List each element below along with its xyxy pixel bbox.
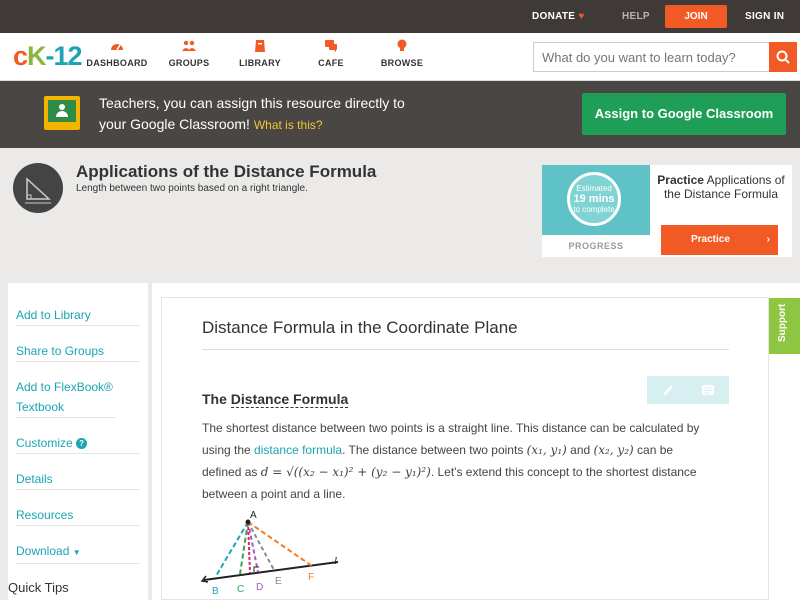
para-and: and	[566, 443, 594, 457]
library-icon	[255, 40, 265, 52]
segment-AF	[247, 521, 313, 567]
section-title: Distance Formula in the Coordinate Plane	[202, 318, 518, 337]
para-line-1: The shortest distance between two points…	[202, 421, 700, 435]
concept-title: Applications of the Distance Formula	[76, 162, 377, 181]
para-line-2b: . The distance between two points	[342, 443, 527, 457]
para-line-4: between a point and a line.	[202, 487, 346, 501]
annotation-tools	[647, 376, 729, 404]
pencil-icon[interactable]	[661, 383, 675, 397]
what-is-this-link[interactable]: What is this?	[254, 118, 323, 132]
search-button[interactable]	[769, 42, 797, 72]
point-2-math: (x₂, y₂)	[593, 443, 634, 457]
to-complete-label: to complete	[573, 205, 615, 214]
para-line-3a: defined as	[202, 465, 261, 479]
quick-tips-heading: Quick Tips	[8, 580, 69, 595]
customize-label: Customize	[16, 436, 73, 450]
practice-button[interactable]: Practice ›	[661, 225, 778, 255]
donate-link[interactable]: DONATE ♥	[532, 11, 585, 22]
triangle-ruler-icon	[25, 177, 51, 204]
sidebar-add-to-flexbook[interactable]: Add to FlexBook® Textbook	[16, 377, 116, 418]
distance-formula-heading: The Distance Formula	[202, 391, 349, 408]
sign-in-link[interactable]: SIGN IN	[745, 11, 784, 22]
distance-formula-link[interactable]: distance formula	[254, 443, 342, 457]
nav-library[interactable]: LIBRARY	[225, 39, 295, 68]
estimated-mins: 19 mins	[573, 193, 615, 205]
heading-prefix: The	[202, 391, 231, 407]
sidebar-download[interactable]: Download ▼	[16, 541, 140, 564]
groups-icon	[182, 40, 196, 51]
practice-button-label: Practice	[691, 234, 730, 245]
google-classroom-icon	[44, 96, 80, 130]
nav-groups-label: GROUPS	[168, 58, 210, 68]
label-C: C	[237, 584, 244, 595]
point-1-math: (x₁, y₁)	[526, 443, 567, 457]
nav-browse-label: BROWSE	[380, 58, 424, 68]
para-line-3b: . Let's extend this concept to the short…	[430, 465, 697, 479]
practice-title-bold: Practice	[657, 173, 704, 187]
logo-c: c	[13, 41, 28, 71]
sidebar-details[interactable]: Details	[16, 469, 140, 490]
label-B: B	[212, 586, 219, 597]
practice-card: Estimated 19 mins to complete PROGRESS P…	[542, 165, 792, 257]
support-label: Support	[777, 303, 788, 342]
concept-icon	[13, 163, 63, 213]
ck12-logo[interactable]: cK-12	[13, 41, 83, 72]
estimated-label: Estimated	[576, 184, 612, 193]
notes-icon[interactable]	[701, 383, 715, 397]
nav-groups[interactable]: GROUPS	[154, 39, 224, 68]
join-button[interactable]: JOIN	[665, 5, 727, 28]
practice-progress: Estimated 19 mins to complete PROGRESS	[542, 165, 650, 257]
help-link[interactable]: HELP	[622, 11, 650, 22]
sidebar-share-to-groups[interactable]: Share to Groups	[16, 341, 140, 362]
label-F: F	[308, 572, 314, 583]
divider	[202, 349, 729, 350]
caret-down-icon: ▼	[72, 548, 81, 557]
progress-label: PROGRESS	[568, 241, 624, 251]
estimated-time-badge: Estimated 19 mins to complete	[567, 172, 621, 226]
search-input[interactable]	[533, 42, 770, 72]
sidebar-add-to-library[interactable]: Add to Library	[16, 305, 140, 326]
support-tab[interactable]: Support	[769, 298, 800, 354]
nav-library-label: LIBRARY	[239, 58, 281, 68]
distance-diagram: A B C D E F l	[200, 510, 339, 597]
nav-dashboard[interactable]: DASHBOARD	[82, 39, 152, 68]
logo-12: -12	[45, 41, 83, 71]
line-l	[203, 561, 339, 581]
search-icon	[776, 50, 790, 64]
practice-thumbnail: Estimated 19 mins to complete	[542, 165, 650, 235]
nav-browse[interactable]: BROWSE	[367, 39, 437, 68]
banner-line-2: your Google Classroom!	[99, 116, 250, 132]
logo-k: K	[27, 41, 46, 71]
nav-dashboard-label: DASHBOARD	[86, 58, 148, 68]
concept-subtitle: Length between two points based on a rig…	[76, 183, 308, 194]
help-icon[interactable]: ?	[76, 438, 88, 449]
nav-cafe[interactable]: CAFE	[296, 39, 366, 68]
assign-google-classroom-button[interactable]: Assign to Google Classroom	[582, 93, 786, 135]
label-A: A	[250, 510, 257, 521]
banner-line-1: Teachers, you can assign this resource d…	[99, 95, 405, 111]
distance-formula-math: d = √((x₂ − x₁)² + (y₂ − y₁)²)	[260, 465, 431, 479]
label-E: E	[275, 576, 282, 587]
practice-title: Practice Applications of the Distance Fo…	[654, 173, 788, 201]
top-bar: DONATE ♥ HELP JOIN SIGN IN	[0, 0, 800, 33]
label-D: D	[256, 582, 263, 593]
heading-vocab-term[interactable]: Distance Formula	[230, 391, 349, 408]
lightbulb-icon	[397, 39, 407, 51]
label-l: l	[334, 555, 337, 567]
donate-label: DONATE	[532, 11, 576, 22]
para-line-2a: using the	[202, 443, 255, 457]
banner-message: Teachers, you can assign this resource d…	[99, 93, 499, 136]
dashboard-icon	[111, 44, 123, 51]
main-nav: cK-12 DASHBOARD GROUPS LIBRARY CAFE BROW…	[0, 33, 800, 81]
sidebar-customize[interactable]: Customize ?	[16, 433, 140, 454]
nav-cafe-label: CAFE	[318, 58, 344, 68]
heart-icon: ♥	[578, 11, 585, 22]
chevron-right-icon: ›	[766, 234, 770, 245]
download-label: Download	[16, 544, 70, 558]
sidebar-resources[interactable]: Resources	[16, 505, 140, 526]
para-can-be: can be	[633, 443, 674, 457]
paragraph-intro: The shortest distance between two points…	[202, 417, 724, 505]
cafe-icon	[325, 40, 337, 52]
